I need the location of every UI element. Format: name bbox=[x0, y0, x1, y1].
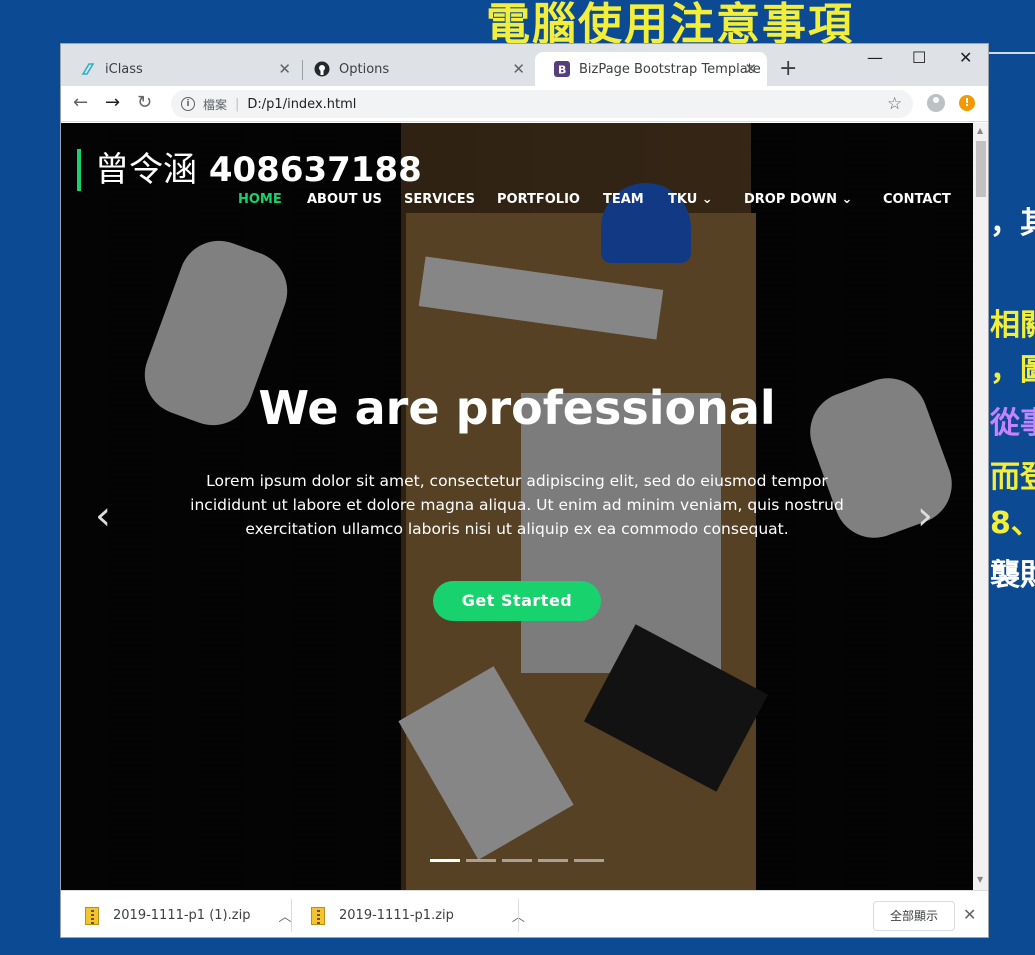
hero-title: We are professional bbox=[258, 381, 776, 435]
carousel-indicator[interactable] bbox=[502, 859, 532, 862]
close-tab-icon[interactable]: ✕ bbox=[744, 60, 757, 78]
brand-id: 408637188 bbox=[208, 150, 422, 190]
carousel-indicator[interactable] bbox=[538, 859, 568, 862]
slide-rule bbox=[985, 52, 1035, 54]
carousel-indicator[interactable] bbox=[574, 859, 604, 862]
update-alert-icon[interactable]: ! bbox=[959, 95, 975, 111]
download-divider bbox=[518, 899, 519, 932]
close-downloads-icon[interactable]: ✕ bbox=[963, 905, 976, 924]
hero-text: Lorem ipsum dolor sit amet, consectetur … bbox=[190, 472, 844, 538]
slide-text-fragment: 而登 bbox=[990, 460, 1035, 495]
url-text: D:/p1/index.html bbox=[247, 96, 357, 112]
bookmark-star-icon[interactable]: ☆ bbox=[887, 94, 902, 114]
tab-options[interactable]: Options ✕ bbox=[295, 52, 535, 86]
download-item[interactable]: 2019-1111-p1.zip ︿ bbox=[311, 891, 525, 937]
svg-text:B: B bbox=[558, 64, 566, 77]
slide-text-fragment: ，其 bbox=[990, 206, 1035, 241]
slide-text-fragment: 相關 bbox=[990, 308, 1035, 343]
tab-iclass[interactable]: iClass ✕ bbox=[61, 52, 301, 86]
brand-name: 曾令涵 bbox=[95, 150, 197, 190]
nav-team[interactable]: TEAM bbox=[603, 192, 644, 207]
carousel-next-icon[interactable]: › bbox=[917, 493, 933, 539]
page-scrollbar[interactable]: ▲ ▼ bbox=[973, 123, 988, 890]
nav-home[interactable]: HOME bbox=[238, 192, 282, 207]
download-filename: 2019-1111-p1 (1).zip bbox=[113, 908, 251, 923]
tab-label: Options bbox=[339, 61, 390, 77]
maximize-button[interactable]: ☐ bbox=[912, 48, 926, 67]
nav-services[interactable]: SERVICES bbox=[404, 192, 475, 207]
minimize-button[interactable]: — bbox=[867, 48, 883, 67]
carousel-prev-icon[interactable]: ‹ bbox=[95, 493, 111, 539]
back-icon[interactable]: ← bbox=[73, 92, 88, 113]
address-divider: | bbox=[235, 96, 240, 112]
get-started-button[interactable]: Get Started bbox=[433, 581, 601, 621]
profile-avatar-icon[interactable] bbox=[927, 94, 945, 112]
nav-tku[interactable]: TKU ⌄ bbox=[668, 192, 713, 207]
tab-label: BizPage Bootstrap Template bbox=[579, 61, 761, 77]
downloads-bar: 2019-1111-p1 (1).zip ︿ 2019-1111-p1.zip … bbox=[61, 890, 988, 937]
bootstrap-icon: B bbox=[553, 60, 571, 78]
zip-file-icon bbox=[85, 906, 99, 925]
nav-drop-down[interactable]: DROP DOWN ⌄ bbox=[744, 192, 852, 207]
nav-contact[interactable]: CONTACT bbox=[883, 192, 951, 207]
site-brand[interactable]: 曾令涵 408637188 bbox=[77, 149, 422, 191]
carousel-indicator[interactable] bbox=[466, 859, 496, 862]
close-window-button[interactable]: ✕ bbox=[959, 48, 972, 67]
iclass-icon bbox=[79, 60, 97, 78]
slide-text-fragment: 從事 bbox=[990, 406, 1035, 441]
slide-text-fragment: 襲財 bbox=[990, 558, 1035, 593]
slide-text-fragment: 8、 bbox=[990, 506, 1035, 541]
tab-label: iClass bbox=[105, 61, 143, 77]
address-bar[interactable]: i 檔案 | D:/p1/index.html bbox=[171, 90, 913, 118]
tab-bizpage[interactable]: B BizPage Bootstrap Template ✕ bbox=[535, 52, 767, 86]
nav-about-us[interactable]: ABOUT US bbox=[307, 192, 382, 207]
scrollbar-thumb[interactable] bbox=[976, 141, 986, 197]
download-filename: 2019-1111-p1.zip bbox=[339, 908, 454, 923]
zip-file-icon bbox=[311, 906, 325, 925]
browser-window: iClass ✕ Options ✕ B BizPage Bootstrap T… bbox=[60, 43, 989, 938]
forward-icon[interactable]: → bbox=[105, 92, 120, 113]
github-icon bbox=[313, 60, 331, 78]
close-tab-icon[interactable]: ✕ bbox=[278, 60, 291, 78]
slide-text-fragment: ，圖 bbox=[990, 353, 1035, 388]
chevron-up-icon[interactable]: ︿ bbox=[278, 906, 291, 925]
scroll-up-icon[interactable]: ▲ bbox=[977, 126, 983, 135]
scroll-down-icon[interactable]: ▼ bbox=[977, 875, 983, 884]
tab-bar: iClass ✕ Options ✕ B BizPage Bootstrap T… bbox=[61, 44, 988, 86]
reload-icon[interactable]: ↻ bbox=[137, 92, 152, 113]
close-tab-icon[interactable]: ✕ bbox=[512, 60, 525, 78]
download-item[interactable]: 2019-1111-p1 (1).zip ︿ bbox=[85, 891, 291, 937]
security-label: 檔案 bbox=[203, 97, 228, 112]
browser-toolbar: ← → ↻ i 檔案 | D:/p1/index.html ☆ ! bbox=[61, 86, 988, 122]
carousel-indicators bbox=[430, 859, 604, 862]
info-icon[interactable]: i bbox=[181, 97, 195, 111]
download-divider bbox=[291, 899, 292, 932]
new-tab-button[interactable]: + bbox=[779, 56, 797, 81]
nav-portfolio[interactable]: PORTFOLIO bbox=[497, 192, 580, 207]
carousel-indicator[interactable] bbox=[430, 859, 460, 862]
show-all-button[interactable]: 全部顯示 bbox=[873, 901, 955, 931]
page-viewport: 曾令涵 408637188 HOME ABOUT US SERVICES POR… bbox=[61, 123, 973, 890]
